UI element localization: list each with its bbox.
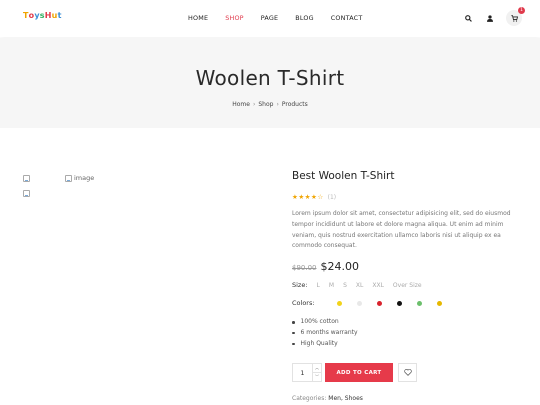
star-icon: ★ [310, 193, 317, 201]
size-label: Size: [292, 281, 308, 289]
image-alt-text: image [74, 174, 95, 182]
breadcrumb-separator: › [276, 101, 279, 108]
main-nav: HOME SHOP PAGE BLOG CONTACT [188, 14, 379, 22]
star-icon: ★ [304, 193, 311, 201]
logo-letter: t [57, 11, 62, 20]
old-price: $90.00 [292, 264, 317, 272]
star-icon: ★ [292, 193, 298, 201]
breadcrumb-shop[interactable]: Shop [258, 101, 273, 108]
color-selector: Colors: [292, 299, 442, 307]
gallery-thumbnail[interactable] [23, 190, 31, 198]
color-swatch-white[interactable] [356, 300, 362, 306]
feature-item: 100% cotton [292, 317, 358, 328]
rating-count: (1) [327, 193, 337, 201]
star-icon: ★ [298, 193, 305, 201]
wishlist-button[interactable] [398, 363, 417, 382]
logo-letter: H [44, 11, 52, 20]
size-option-s[interactable]: S [343, 282, 347, 289]
price-block: $90.00 $24.00 [292, 260, 359, 273]
user-icon[interactable] [484, 12, 496, 24]
cart-button[interactable]: 1 [506, 7, 525, 26]
quantity-input[interactable] [293, 368, 312, 377]
size-option-xxl[interactable]: XXL [372, 282, 384, 289]
nav-home[interactable]: HOME [188, 14, 208, 22]
add-to-cart-button[interactable]: ADD TO CART [325, 363, 393, 382]
page-title: Woolen T-Shirt [195, 66, 345, 90]
size-option-l[interactable]: L [317, 282, 320, 289]
quantity-decrease-icon[interactable]: ﹀ [313, 373, 321, 381]
product-description: Lorem ipsum dolor sit amet, consectetur … [292, 210, 511, 250]
broken-image-icon [23, 175, 30, 182]
colors-label: Colors: [292, 299, 315, 307]
current-price: $24.00 [320, 260, 360, 273]
color-swatch-yellow[interactable] [336, 300, 342, 306]
nav-blog[interactable]: BLOG [295, 14, 314, 22]
broken-image-icon [65, 174, 72, 182]
categories: Categories: Men, Shoes [292, 395, 363, 402]
page-banner: Woolen T-Shirt Home › Shop › Products [0, 38, 540, 128]
half-star-icon: ☆ [317, 193, 324, 201]
size-option-xl[interactable]: XL [356, 282, 363, 289]
color-swatch-red[interactable] [376, 300, 382, 306]
breadcrumb-separator: › [252, 101, 256, 108]
feature-item: High Quality [292, 339, 358, 350]
categories-label: Categories: [292, 395, 327, 402]
feature-item: 6 months warranty [292, 328, 358, 339]
broken-image-icon [23, 190, 30, 197]
main-product-image[interactable]: image [65, 174, 94, 182]
quantity-step-controls: ︿ ﹀ [312, 364, 321, 381]
nav-shop[interactable]: SHOP [225, 14, 244, 22]
nav-contact[interactable]: CONTACT [331, 14, 363, 22]
heart-icon [403, 369, 412, 376]
color-swatch-green[interactable] [416, 300, 422, 306]
gallery-thumbnail[interactable] [23, 175, 31, 183]
size-option-over-size[interactable]: Over Size [393, 282, 422, 289]
quantity-increase-icon[interactable]: ︿ [313, 364, 321, 373]
categories-links[interactable]: Men, Shoes [328, 395, 363, 402]
breadcrumb: Home › Shop › Products [0, 101, 540, 108]
cart-count-badge: 1 [518, 7, 525, 14]
nav-page[interactable]: PAGE [261, 14, 279, 22]
color-swatch-black[interactable] [396, 300, 402, 306]
site-header: ToysHut HOME SHOP PAGE BLOG CONTACT 1 [0, 0, 540, 37]
size-option-m[interactable]: M [329, 282, 334, 289]
search-icon[interactable] [462, 12, 474, 24]
breadcrumb-products: Products [281, 101, 308, 108]
size-selector: Size: L M S XL XXL Over Size [292, 281, 422, 289]
product-title: Best Woolen T-Shirt [292, 170, 395, 182]
product-rating: ★ ★ ★ ★ ☆ (1) [292, 193, 336, 201]
feature-list: 100% cotton 6 months warranty High Quali… [292, 317, 358, 349]
color-swatch-gold[interactable] [436, 300, 442, 306]
breadcrumb-home[interactable]: Home [232, 101, 250, 108]
quantity-stepper: ︿ ﹀ [292, 363, 322, 382]
cart-icon [510, 14, 518, 22]
header-actions: 1 [462, 7, 525, 26]
logo[interactable]: ToysHut [23, 11, 62, 20]
